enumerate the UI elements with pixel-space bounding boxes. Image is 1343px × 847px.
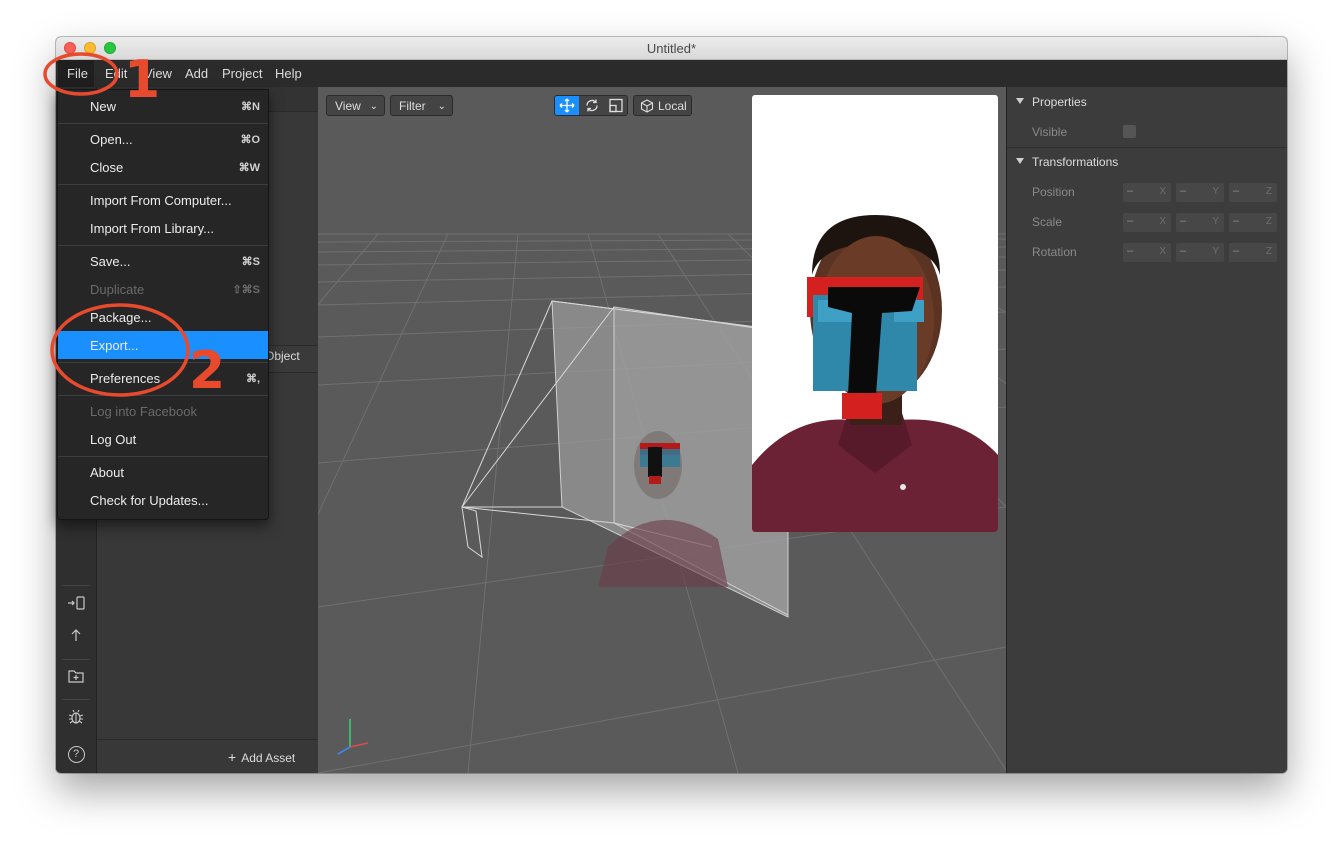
properties-section-title: Properties <box>1032 95 1087 109</box>
rotation-z-field[interactable]: – Z <box>1229 243 1277 262</box>
annotation-step-1: 1 <box>124 50 161 110</box>
rotation-y-field[interactable]: – Y <box>1176 243 1224 262</box>
cube-icon <box>640 99 654 113</box>
rotate-tool-button[interactable] <box>580 96 604 115</box>
menu-add[interactable]: Add <box>185 66 208 81</box>
transformations-section-header[interactable]: Transformations <box>1007 147 1287 177</box>
help-icon-glyph: ? <box>67 746 85 763</box>
help-icon[interactable]: ? <box>56 739 96 767</box>
position-x-field[interactable]: – X <box>1123 183 1171 202</box>
visible-checkbox[interactable] <box>1123 125 1136 138</box>
view-dropdown[interactable]: View ⌄ <box>326 95 385 116</box>
scale-x-field[interactable]: – X <box>1123 213 1171 232</box>
add-asset-button[interactable]: + Add Asset <box>228 749 295 765</box>
insert-object-label[interactable]: Object <box>265 349 300 363</box>
menu-item-export[interactable]: Export... <box>58 331 268 359</box>
rotate-icon <box>586 99 598 112</box>
menu-file[interactable]: File <box>67 66 88 81</box>
menu-item-log-out[interactable]: Log Out <box>58 425 268 453</box>
scale-icon <box>609 98 623 113</box>
upload-icon[interactable] <box>56 625 96 653</box>
expand-triangle-icon <box>1016 98 1024 104</box>
bug-icon[interactable] <box>56 707 96 735</box>
window-title: Untitled* <box>646 41 697 56</box>
position-label: Position <box>1032 185 1075 199</box>
menu-item-package[interactable]: Package... <box>58 303 268 331</box>
device-preview <box>752 95 998 532</box>
chevron-down-icon: ⌄ <box>369 101 378 112</box>
move-tool-button[interactable] <box>555 96 579 115</box>
menu-item-duplicate: Duplicate ⇧⌘S <box>90 282 260 297</box>
menu-item-new[interactable]: New ⌘N <box>58 92 268 120</box>
view-dropdown-label: View <box>335 99 361 113</box>
visible-row: Visible <box>1007 117 1287 147</box>
properties-panel: Properties Visible Transformations Posit… <box>1006 87 1287 773</box>
scale-y-field[interactable]: – Y <box>1176 213 1224 232</box>
chevron-down-icon: ⌄ <box>437 101 446 112</box>
add-asset-label: Add Asset <box>241 751 296 765</box>
visible-label: Visible <box>1032 125 1068 139</box>
menu-bar: File Edit View Add Project Help <box>56 60 1287 88</box>
scale-tool-button[interactable] <box>604 96 628 115</box>
scene-viewport[interactable]: View ⌄ Filter ⌄ Local <box>318 87 1006 773</box>
menu-item-open[interactable]: Open... ⌘O <box>58 125 268 153</box>
menu-item-log-into-facebook: Log into Facebook <box>90 404 197 419</box>
menu-item-import-from-computer[interactable]: Import From Computer... <box>58 186 268 214</box>
local-space-label: Local <box>658 99 687 113</box>
transform-tool-group <box>554 95 628 116</box>
filter-dropdown-label: Filter <box>399 99 426 113</box>
scale-row: Scale – X – Y – Z <box>1007 207 1287 237</box>
scale-z-field[interactable]: – Z <box>1229 213 1277 232</box>
preview-photo <box>752 215 998 532</box>
plus-icon: + <box>228 749 237 765</box>
annotation-step-2: 2 <box>189 341 226 401</box>
title-bar: Untitled* <box>56 37 1287 60</box>
rotation-x-field[interactable]: – X <box>1123 243 1171 262</box>
rotation-label: Rotation <box>1032 245 1077 259</box>
menu-item-save[interactable]: Save... ⌘S <box>58 247 268 275</box>
file-menu-dropdown: New ⌘N Open... ⌘O Close ⌘W Import From Comp… <box>57 89 269 520</box>
transformations-section-title: Transformations <box>1032 155 1119 169</box>
local-space-toggle[interactable]: Local <box>633 95 692 116</box>
position-row: Position – X – Y – Z <box>1007 177 1287 207</box>
position-y-field[interactable]: – Y <box>1176 183 1224 202</box>
menu-help[interactable]: Help <box>275 66 302 81</box>
scale-label: Scale <box>1032 215 1063 229</box>
filter-dropdown[interactable]: Filter ⌄ <box>390 95 453 116</box>
menu-project[interactable]: Project <box>222 66 262 81</box>
position-z-field[interactable]: – Z <box>1229 183 1277 202</box>
menu-item-check-for-updates[interactable]: Check for Updates... <box>58 486 268 514</box>
properties-section-header[interactable]: Properties <box>1007 87 1287 117</box>
menu-item-close[interactable]: Close ⌘W <box>58 153 268 181</box>
send-to-device-icon[interactable] <box>56 593 96 621</box>
move-icon <box>559 98 575 113</box>
add-folder-icon[interactable] <box>56 666 96 694</box>
menu-item-import-from-library[interactable]: Import From Library... <box>58 214 268 242</box>
rotation-row: Rotation – X – Y – Z <box>1007 237 1287 267</box>
menu-item-about[interactable]: About <box>58 458 268 486</box>
expand-triangle-icon <box>1016 158 1024 164</box>
menu-item-preferences[interactable]: Preferences ⌘, <box>58 364 268 392</box>
